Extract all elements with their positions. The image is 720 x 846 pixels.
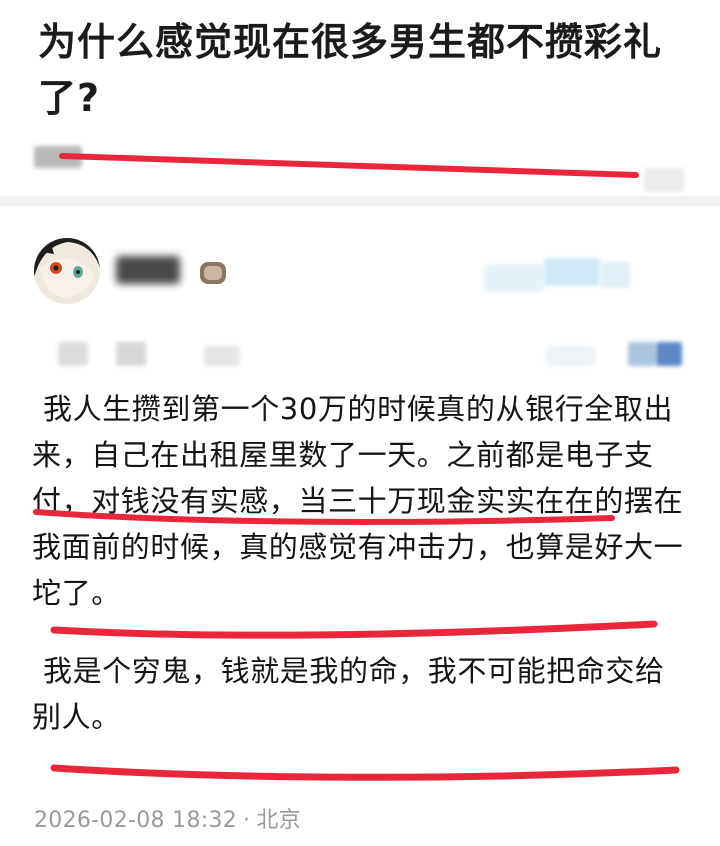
answer-datetime: 2026-02-08 18:32 bbox=[34, 808, 238, 833]
red-underline-3 bbox=[50, 764, 680, 781]
red-underline-1 bbox=[33, 509, 615, 525]
answer-red-annotations bbox=[33, 509, 680, 781]
answer-location: 北京 bbox=[256, 808, 301, 833]
red-underline-2 bbox=[50, 620, 658, 639]
meta-separator: · bbox=[243, 808, 251, 833]
red-annotation-line bbox=[59, 153, 639, 178]
card-divider bbox=[0, 196, 720, 206]
question-card[interactable]: 为什么感觉现在很多男生都不攒彩礼了? bbox=[0, 0, 720, 196]
answer-card[interactable]: 我人生攒到第一个30万的时候真的从银行全取出来，自己在出租屋里数了一天。之前都是… bbox=[0, 206, 720, 846]
answer-meta: 2026-02-08 18:32 · 北京 bbox=[34, 802, 301, 834]
